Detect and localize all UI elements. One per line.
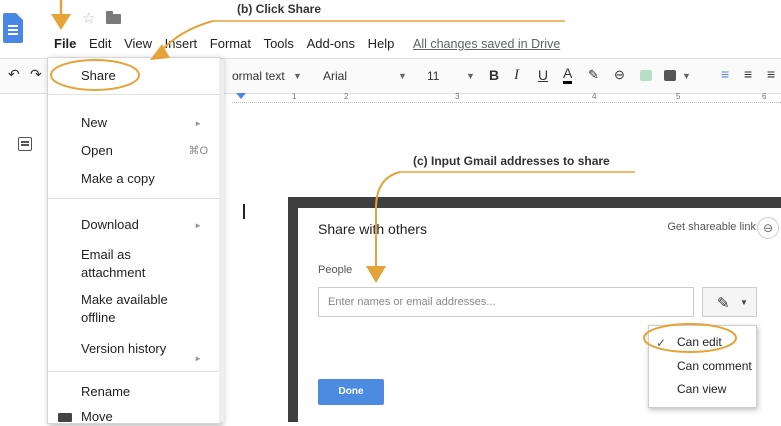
- menu-addons[interactable]: Add-ons: [307, 36, 355, 51]
- menu-edit[interactable]: Edit: [89, 36, 111, 51]
- submenu-arrow-icon: ►: [194, 354, 202, 363]
- menu-divider: [48, 198, 220, 199]
- menu-item-move[interactable]: Move: [81, 408, 113, 426]
- submenu-arrow-icon: ►: [194, 221, 202, 230]
- folder-icon: [58, 413, 72, 422]
- link-icon[interactable]: ⊖: [614, 67, 625, 83]
- annotation-step-c: (c) Input Gmail addresses to share: [413, 154, 610, 168]
- get-shareable-link[interactable]: Get shareable link: [667, 221, 756, 233]
- align-left-icon[interactable]: ≡: [721, 66, 729, 82]
- document-outline-icon[interactable]: [18, 137, 32, 151]
- redo-icon[interactable]: ↷: [30, 66, 42, 83]
- menu-item-rename[interactable]: Rename: [81, 383, 130, 401]
- menu-item-label: offline: [81, 310, 116, 325]
- menu-tools[interactable]: Tools: [264, 36, 294, 51]
- done-button[interactable]: Done: [318, 379, 384, 405]
- menu-insert[interactable]: Insert: [165, 36, 198, 51]
- menu-divider: [48, 94, 220, 95]
- ruler: 1 2 3 4 5 6: [232, 92, 781, 103]
- ruler-tick: 2: [344, 92, 350, 101]
- checkmark-icon: ✓: [656, 336, 667, 350]
- permission-option-can-edit[interactable]: Can edit: [677, 335, 722, 349]
- menu-item-new[interactable]: New: [81, 114, 107, 132]
- shareable-link-label: Get shareable link: [667, 221, 756, 233]
- menu-item-email-attachment[interactable]: Email as attachment: [81, 246, 145, 282]
- menu-item-download[interactable]: Download: [81, 216, 139, 234]
- file-menu: Share New ► Open ⌘O Make a copy Download…: [47, 57, 221, 424]
- menu-divider: [48, 371, 220, 372]
- text-color-button[interactable]: A: [563, 65, 573, 84]
- save-status-link[interactable]: All changes saved in Drive: [413, 37, 560, 51]
- font-size-select[interactable]: 11: [427, 69, 439, 83]
- menu-item-share[interactable]: Share: [81, 67, 116, 85]
- ruler-tick: 1: [292, 92, 298, 101]
- shortcut-label: ⌘O: [188, 145, 208, 157]
- people-label: People: [318, 264, 353, 276]
- people-input[interactable]: [318, 287, 694, 317]
- ruler-tick: 6: [762, 92, 768, 101]
- annotation-step-b: (b) Click Share: [237, 2, 322, 16]
- link-icon[interactable]: ⊖: [757, 217, 779, 239]
- chevron-down-icon[interactable]: ▼: [682, 71, 691, 81]
- menu-view[interactable]: View: [124, 36, 152, 51]
- undo-icon[interactable]: ↶: [8, 66, 20, 83]
- permission-option-can-view[interactable]: Can view: [677, 382, 726, 396]
- menu-item-label: Email as: [81, 247, 131, 262]
- ruler-tick: 5: [676, 92, 682, 101]
- chevron-down-icon[interactable]: ▼: [398, 71, 407, 81]
- star-icon[interactable]: ☆: [82, 9, 95, 27]
- image-icon[interactable]: [664, 70, 676, 81]
- chevron-down-icon[interactable]: ▼: [466, 71, 475, 81]
- align-right-icon[interactable]: ≡: [767, 66, 775, 82]
- menu-item-make-copy[interactable]: Make a copy: [81, 170, 155, 188]
- pencil-icon: ✎: [717, 295, 730, 312]
- submenu-arrow-icon: ►: [194, 119, 202, 128]
- bold-button[interactable]: B: [489, 67, 499, 83]
- style-select[interactable]: ormal text: [232, 69, 285, 83]
- menu-item-label: Make available: [81, 292, 168, 307]
- docs-logo-icon[interactable]: [3, 13, 23, 43]
- dialog-title: Share with others: [318, 221, 427, 237]
- menu-file[interactable]: File: [54, 36, 76, 51]
- font-select[interactable]: Arial: [323, 69, 347, 83]
- annotation-arrowhead: [51, 14, 71, 30]
- menu-item-make-offline[interactable]: Make available offline: [81, 291, 168, 327]
- chevron-down-icon: ▼: [740, 298, 748, 307]
- scrollbar[interactable]: [219, 60, 224, 422]
- folder-icon[interactable]: [106, 11, 121, 24]
- ruler-tick: 4: [592, 92, 598, 101]
- chevron-down-icon[interactable]: ▼: [293, 71, 302, 81]
- underline-button[interactable]: U: [538, 67, 548, 83]
- menubar: File Edit View Insert Format Tools Add-o…: [54, 36, 569, 51]
- menu-item-open[interactable]: Open: [81, 142, 113, 160]
- menu-item-version-history[interactable]: Version history: [81, 340, 166, 358]
- permission-menu: ✓ Can edit Can comment Can view: [648, 325, 757, 408]
- text-cursor: [243, 204, 245, 219]
- permission-option-can-comment[interactable]: Can comment: [677, 359, 752, 373]
- menu-format[interactable]: Format: [210, 36, 251, 51]
- align-center-icon[interactable]: ≡: [744, 66, 752, 82]
- menu-item-label: attachment: [81, 265, 146, 280]
- highlight-pen-icon[interactable]: ✎: [588, 67, 599, 83]
- ruler-tick: 3: [455, 92, 461, 101]
- comment-icon[interactable]: [640, 70, 652, 81]
- permission-dropdown-button[interactable]: ✎ ▼: [702, 287, 757, 317]
- menu-help[interactable]: Help: [368, 36, 395, 51]
- italic-button[interactable]: I: [514, 67, 519, 84]
